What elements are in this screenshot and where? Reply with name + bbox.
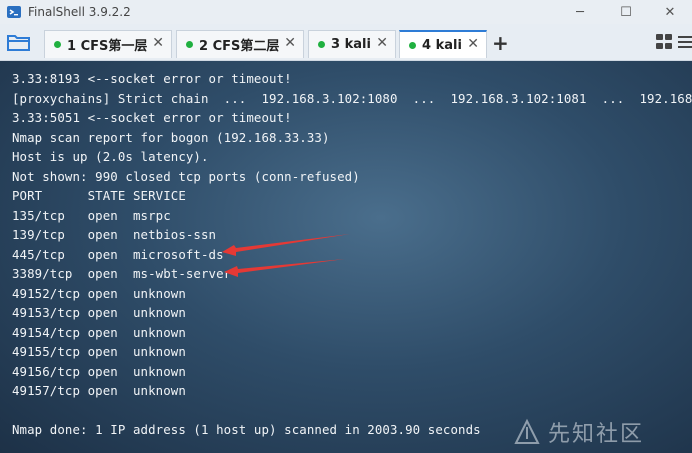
menu-icon[interactable] [678,35,692,49]
connected-status-icon [318,41,325,48]
tab-label: 4 kali [422,37,462,53]
connected-status-icon [186,41,193,48]
tab-kali-3[interactable]: 3 kali ✕ [308,30,396,58]
grid-icon[interactable] [656,34,674,50]
maximize-button[interactable]: ☐ [606,0,646,24]
close-window-button[interactable]: ✕ [650,0,690,24]
watermark: 先知社区 [512,416,644,448]
red-arrow-ms-wbt-server [224,259,345,277]
tab-cfs-layer-1[interactable]: 1 CFS第一层 ✕ [44,30,172,58]
finalshell-logo-icon [7,6,21,18]
close-icon: ✕ [664,4,676,20]
tab-label: 2 CFS第二层 [199,39,280,54]
window-title: FinalShell 3.9.2.2 [28,5,131,19]
watermark-text: 先知社区 [548,422,645,447]
tab-cfs-layer-2[interactable]: 2 CFS第二层 ✕ [176,30,304,58]
close-tab-icon[interactable]: ✕ [284,35,296,51]
minimize-icon: ─ [576,4,584,20]
close-tab-icon[interactable]: ✕ [467,36,479,52]
connected-status-icon [409,41,416,49]
red-arrow-microsoft-ds [222,234,350,256]
tab-label: 3 kali [331,37,371,52]
connected-status-icon [54,41,61,48]
tab-label: 1 CFS第一层 [67,39,148,54]
folder-icon[interactable] [7,32,31,52]
annotation-layer [222,234,350,277]
maximize-icon: ☐ [620,4,632,20]
close-tab-icon[interactable]: ✕ [152,35,164,51]
tab-kali-4[interactable]: 4 kali ✕ [399,30,487,58]
new-tab-button[interactable]: + [492,31,509,55]
minimize-button[interactable]: ─ [560,0,600,24]
xianzhi-logo-icon [514,418,540,444]
close-tab-icon[interactable]: ✕ [376,35,388,51]
tab-bar: 1 CFS第一层 ✕ 2 CFS第二层 ✕ 3 kali ✕ 4 kali ✕ [0,24,692,61]
